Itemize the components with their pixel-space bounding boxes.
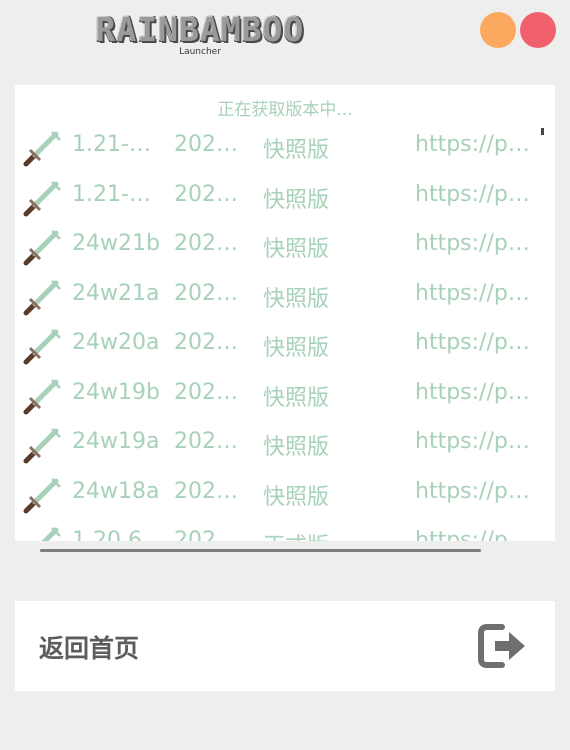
sword-icon [22,326,62,366]
back-home-label: 返回首页 [39,634,140,663]
sword-icon [22,277,62,317]
version-row[interactable]: 1.21-pre1 2024-05-29 快照版 https://piston-met… [15,175,531,224]
version-id: 24w21a [72,280,160,306]
version-type: 快照版 [263,286,330,312]
version-row[interactable]: 24w21b 2024-05-23 快照版 https://piston-meta.m… [15,224,531,273]
sword-icon [22,227,62,267]
release-date: 2024-05-29 [174,132,249,157]
release-date: 2024-05-29 [174,181,249,207]
version-type: 快照版 [263,385,330,411]
version-row[interactable]: 24w19a 2024-05-08 快照版 https://piston-meta.m… [15,422,531,471]
sword-icon [22,425,62,465]
version-row[interactable]: 24w20a 2024-05-15 快照版 https://piston-meta.m… [15,323,531,372]
version-id: 1.21-pre1 [72,181,164,207]
vertical-scrollbar[interactable] [541,128,544,135]
version-id: 24w21b [72,231,160,256]
sword-icon [22,128,62,168]
version-type: 正式版 [263,528,363,541]
version-id: 24w19a [72,429,160,454]
version-url: https://piston-meta.mojang.com [415,280,531,306]
release-date: 2024-05-23 [174,231,249,256]
release-date: 2024-05-22 [174,280,249,306]
version-type: 快照版 [263,336,330,361]
logo-subtitle: Launcher [179,47,221,57]
version-id: 24w18a [72,478,160,504]
sword-icon [22,475,62,515]
version-row[interactable]: 1.20.6 2024-04-29 正式版 https://piston-meta.m… [15,521,531,541]
logo-text: RAINBAMBOO [95,10,305,49]
release-date: 2024-05-15 [174,330,249,355]
release-date: 2024-05-03 [174,478,249,504]
close-button[interactable] [520,12,556,48]
version-type: 快照版 [263,237,330,262]
back-home-button[interactable]: 返回首页 [15,601,555,691]
version-url: https://piston-meta.mojang.com [415,181,531,207]
version-row[interactable]: 1.21-pre1 2024-05-29 快照版 https://piston-met… [15,125,531,174]
version-url: https://piston-meta.mojang.com [415,478,531,504]
version-url: https://piston-meta.mojang.com [415,231,531,256]
sword-icon [22,376,62,416]
version-type: 快照版 [263,435,330,460]
release-date: 2024-04-29 [174,528,249,541]
version-url: https://piston-meta.mojang.com [415,330,531,355]
version-url: https://piston-meta.mojang.com [415,379,531,405]
version-type: 快照版 [263,187,330,213]
sword-icon [22,178,62,218]
release-date: 2024-05-08 [174,429,249,454]
version-row[interactable]: 24w18a 2024-05-03 快照版 https://piston-meta.m… [15,472,531,521]
loading-status: 正在获取版本中... [217,100,353,120]
exit-icon [478,624,525,668]
horizontal-scrollbar[interactable] [40,549,481,552]
version-id: 1.20.6 [72,528,142,541]
minimize-button[interactable] [480,12,516,48]
version-id: 24w20a [72,330,160,355]
version-id: 1.21-pre1 [72,132,164,157]
version-row[interactable]: 24w19b 2024-05-10 快照版 https://piston-meta.m… [15,373,531,422]
version-type: 快照版 [263,484,330,510]
release-date: 2024-05-10 [174,379,249,405]
version-row[interactable]: 24w21a 2024-05-22 快照版 https://piston-meta.m… [15,274,531,323]
sword-icon [22,524,62,541]
version-url: https://piston-meta.mojang.com [415,528,531,541]
version-type: 快照版 [263,138,330,163]
version-id: 24w19b [72,379,160,405]
app-logo: RAINBAMBOO Launcher [30,10,370,58]
version-list-panel: 正在获取版本中... 1.21-pre1 2024-05-29 快照版 https:/… [15,85,555,541]
version-list: 1.21-pre1 2024-05-29 快照版 https://piston-met… [15,125,531,541]
version-url: https://piston-meta.mojang.com [415,429,531,454]
version-url: https://piston-meta.mojang.com [415,132,531,157]
